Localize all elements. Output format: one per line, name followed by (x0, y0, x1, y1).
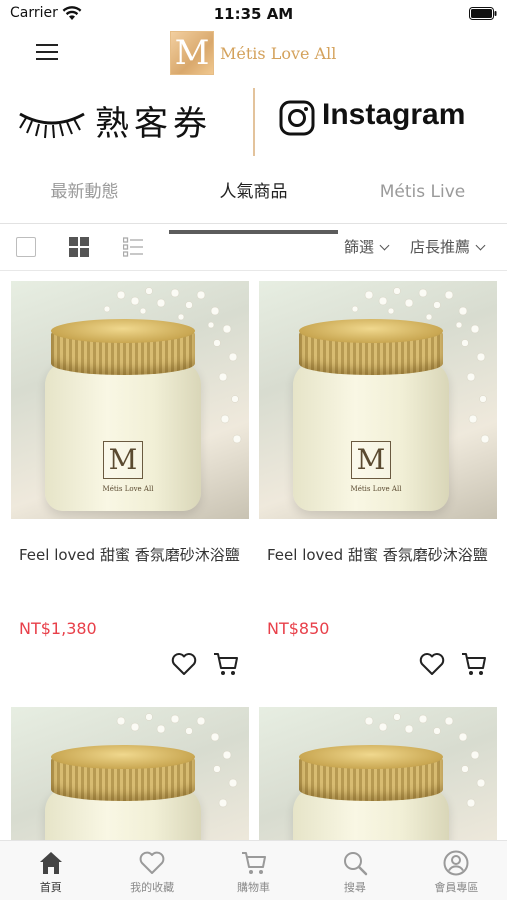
jar-brand-text: Métis Love All (102, 485, 154, 493)
sort-label: 店長推薦 (410, 238, 471, 256)
nav-home[interactable]: 首頁 (0, 841, 101, 900)
tab-metis-live[interactable]: Métis Live (338, 172, 507, 223)
card-actions (259, 646, 497, 686)
instagram-icon (279, 100, 315, 136)
brand-logo[interactable]: M Métis Love All (170, 30, 336, 76)
menu-line (36, 58, 58, 60)
nav-search[interactable]: 搜尋 (304, 841, 405, 900)
cart-icon[interactable] (213, 651, 239, 677)
chevron-down-icon (475, 240, 486, 251)
cart-icon (241, 852, 266, 874)
grid-view-icon[interactable] (69, 237, 89, 257)
sort-button[interactable]: 店長推薦 (410, 236, 486, 257)
menu-button[interactable] (34, 40, 60, 64)
product-card[interactable]: M Métis Love All Feel loved 甜蜜 香氛磨砂沐浴鹽 N… (259, 281, 497, 686)
jar-brand-text: Métis Love All (350, 485, 402, 493)
cart-icon[interactable] (461, 651, 487, 677)
promo-banner[interactable]: 熟客券 Instagram (0, 82, 507, 164)
product-image[interactable]: M Métis Love All (259, 281, 497, 519)
jar-lid-top (299, 319, 443, 343)
coupon-text: 熟客券 (95, 104, 212, 144)
nav-favorites[interactable]: 我的收藏 (101, 841, 202, 900)
jar-logo: M (103, 441, 143, 479)
product-name[interactable]: Feel loved 甜蜜 香氛磨砂沐浴鹽 (19, 545, 241, 601)
tab-latest-news[interactable]: 最新動態 (0, 172, 169, 223)
list-view-icon[interactable] (123, 237, 143, 257)
single-view-toggle[interactable] (16, 237, 36, 257)
product-name[interactable]: Feel loved 甜蜜 香氛磨砂沐浴鹽 (267, 545, 489, 601)
chevron-down-icon (379, 240, 390, 251)
heart-icon (139, 851, 165, 874)
jar-logo: M (351, 441, 391, 479)
heart-icon[interactable] (419, 652, 445, 676)
nav-member[interactable]: 會員專區 (406, 841, 507, 900)
filter-button[interactable]: 篩選 (344, 236, 390, 257)
product-card[interactable]: M Métis Love All Feel loved 甜蜜 香氛磨砂沐浴鹽 N… (11, 281, 249, 686)
tab-popular-products[interactable]: 人氣商品 (169, 172, 338, 234)
jar-lid-top (51, 745, 195, 769)
filter-label: 篩選 (344, 238, 375, 256)
card-actions (11, 646, 249, 686)
home-icon (39, 852, 62, 874)
menu-line (36, 44, 58, 46)
jar-lid-top (299, 745, 443, 769)
jar-lid-top (51, 319, 195, 343)
nav-cart[interactable]: 購物車 (203, 841, 304, 900)
heart-icon[interactable] (171, 652, 197, 676)
logo-mark: M (170, 31, 214, 75)
nav-label: 我的收藏 (130, 881, 175, 894)
nav-label: 購物車 (237, 881, 271, 894)
product-image[interactable]: M Métis Love All (11, 281, 249, 519)
product-price: NT$850 (267, 619, 330, 638)
list-toolbar: 篩選 店長推薦 (0, 228, 507, 266)
instagram-text: Instagram (322, 98, 466, 131)
nav-label: 搜尋 (343, 881, 366, 894)
nav-label: 會員專區 (434, 881, 479, 894)
banner-divider (253, 88, 255, 156)
user-icon (443, 850, 469, 876)
bottom-nav: 首頁 我的收藏 購物車 搜尋 會員專區 (0, 840, 507, 900)
app-header: M Métis Love All (0, 28, 507, 78)
status-time: 11:35 AM (213, 5, 294, 23)
toolbar-divider (0, 270, 507, 271)
menu-line (36, 51, 58, 53)
search-icon (343, 852, 368, 876)
nav-label: 首頁 (39, 881, 62, 894)
status-bar: Carrier 11:35 AM (0, 0, 507, 28)
logo-text: Métis Love All (220, 43, 337, 63)
battery-icon (469, 7, 497, 20)
product-price: NT$1,380 (19, 619, 97, 638)
eyelash-icon (19, 112, 85, 139)
category-tabs: 最新動態 人氣商品 Métis Live (0, 172, 507, 234)
